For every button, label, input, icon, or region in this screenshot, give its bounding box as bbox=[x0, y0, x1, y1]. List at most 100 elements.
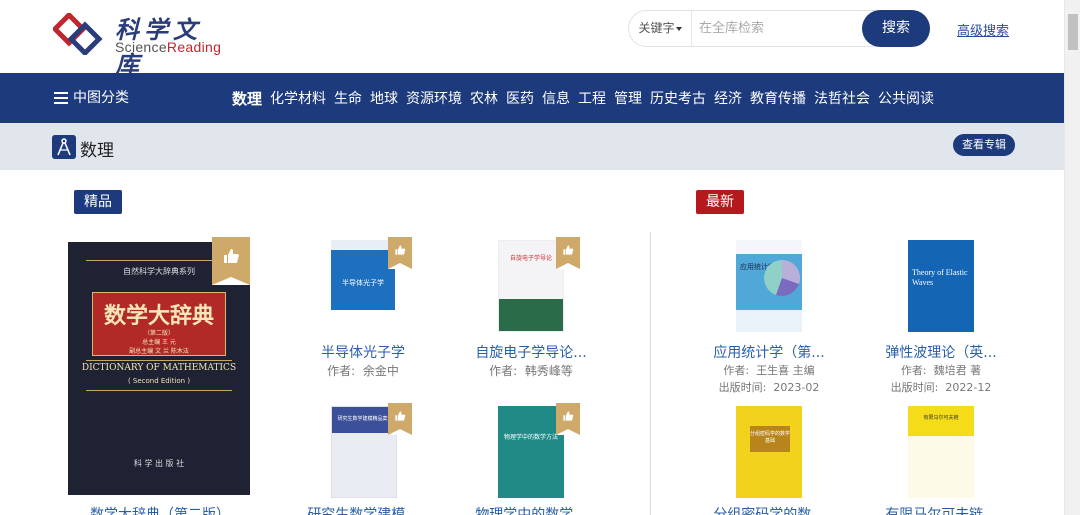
scrollbar[interactable] bbox=[1064, 0, 1080, 515]
nav-item-public-reading[interactable]: 公共阅读 bbox=[878, 88, 934, 108]
book-author: 作者: 魏培君 著 bbox=[878, 362, 1004, 378]
category-nav: 中图分类 数理 化学材料 生命 地球 资源环境 农林 医药 信息 工程 管理 历… bbox=[0, 73, 1064, 123]
nav-item-agriculture[interactable]: 农林 bbox=[470, 88, 498, 108]
nav-item-engineering[interactable]: 工程 bbox=[578, 88, 606, 108]
book-title[interactable]: 半导体光子学 bbox=[303, 342, 423, 362]
nav-item-medicine[interactable]: 医药 bbox=[506, 88, 534, 108]
date-value: 2023-02 bbox=[773, 381, 820, 394]
author-label: 作者: bbox=[723, 364, 750, 377]
search-button[interactable]: 搜索 bbox=[862, 10, 930, 47]
book-title[interactable]: 数学大辞典（第二版） bbox=[60, 504, 260, 515]
nav-item-chemistry[interactable]: 化学材料 bbox=[270, 88, 326, 108]
thumbs-up-icon bbox=[395, 411, 406, 421]
cover-title: 研究生数学建模精品案例 bbox=[337, 416, 393, 422]
category-menu-button[interactable]: 中图分类 bbox=[54, 73, 129, 123]
cover-en-title: DICTIONARY OF MATHEMATICS bbox=[81, 363, 237, 373]
date-label: 出版时间: bbox=[718, 381, 767, 394]
nav-item-environment[interactable]: 资源环境 bbox=[406, 88, 462, 108]
book-pub-date: 出版时间: 2023-02 bbox=[706, 379, 832, 395]
author-label: 作者: bbox=[327, 364, 356, 378]
page-title: 数理 bbox=[80, 141, 114, 161]
scrollbar-thumb[interactable] bbox=[1068, 14, 1078, 50]
book-title[interactable]: 有限马尔可夫链... bbox=[878, 504, 1004, 515]
author-label: 作者: bbox=[900, 364, 927, 377]
search-box: 关键字 搜索 bbox=[628, 10, 930, 47]
book-title[interactable]: 应用统计学（第... bbox=[706, 342, 832, 362]
recommended-badge bbox=[388, 403, 412, 435]
advanced-search-link[interactable]: 高级搜索 bbox=[957, 20, 1009, 39]
chevron-down-icon bbox=[675, 26, 682, 31]
book-author: 作者: 王生喜 主编 bbox=[706, 362, 832, 378]
thumbs-up-icon bbox=[563, 411, 574, 421]
author-value: 韩秀峰等 bbox=[524, 364, 573, 378]
recommended-badge bbox=[556, 237, 580, 269]
book-title[interactable]: 弹性波理论（英... bbox=[878, 342, 1004, 362]
nav-item-history[interactable]: 历史考古 bbox=[650, 88, 706, 108]
site-logo[interactable]: 科学文库 ScienceReading bbox=[53, 10, 223, 79]
book-cover[interactable]: 应用统计学 bbox=[736, 240, 802, 332]
cover-en-edition: ( Second Edition ) bbox=[127, 377, 191, 385]
nav-item-math-physics[interactable]: 数理 bbox=[232, 88, 262, 109]
nav-item-earth[interactable]: 地球 bbox=[370, 88, 398, 108]
book-cover[interactable]: 分组密码学的数学基础 bbox=[736, 406, 802, 498]
cover-edition: （第二版） bbox=[143, 330, 174, 337]
search-input[interactable] bbox=[699, 11, 859, 46]
view-topic-button[interactable]: 查看专辑 bbox=[953, 134, 1015, 156]
section-divider bbox=[650, 232, 651, 515]
logo-en-text: ScienceReading bbox=[115, 39, 221, 55]
subject-bar: 数理 查看专辑 bbox=[0, 123, 1064, 170]
book-author: 作者: 余金中 bbox=[303, 362, 423, 379]
book-cover[interactable]: 半导体光子学 bbox=[331, 240, 395, 332]
book-cover[interactable]: 物理学中的数学方法 bbox=[498, 406, 564, 498]
compass-icon bbox=[52, 135, 76, 159]
book-title[interactable]: 分组密码学的数... bbox=[706, 504, 832, 515]
recommended-badge bbox=[388, 237, 412, 269]
page: 科学文库 ScienceReading 关键字 搜索 高级搜索 中图分类 数理 … bbox=[0, 0, 1080, 515]
author-value: 王生喜 主编 bbox=[756, 364, 815, 377]
cover-editors-2: 副总主编 文 兰 陈木法 bbox=[129, 348, 189, 355]
book-pub-date: 出版时间: 2022-12 bbox=[878, 379, 1004, 395]
nav-item-law-philosophy[interactable]: 法哲社会 bbox=[814, 88, 870, 108]
nav-item-information[interactable]: 信息 bbox=[542, 88, 570, 108]
cover-publisher: 科 学 出 版 社 bbox=[133, 459, 185, 468]
thumbs-up-icon bbox=[395, 245, 406, 255]
author-value: 魏培君 著 bbox=[933, 364, 982, 377]
cover-title: 有限马尔可夫链 bbox=[923, 415, 959, 421]
book-title[interactable]: 物理学中的数学... bbox=[468, 504, 594, 515]
logo-en-pre: Science bbox=[115, 39, 167, 55]
pie-graphic bbox=[764, 259, 801, 297]
logo-mark-icon bbox=[53, 13, 103, 55]
book-title[interactable]: 研究生数学建模... bbox=[303, 504, 423, 515]
thumbs-up-icon bbox=[563, 245, 574, 255]
logo-en-post: Reading bbox=[166, 39, 222, 55]
book-cover[interactable]: 自旋电子学导论 bbox=[498, 240, 564, 332]
nav-item-life[interactable]: 生命 bbox=[334, 88, 362, 108]
search-type-label: 关键字 bbox=[638, 21, 675, 35]
author-value: 余金中 bbox=[362, 364, 399, 378]
nav-item-management[interactable]: 管理 bbox=[614, 88, 642, 108]
cover-title: 自旋电子学导论 bbox=[509, 255, 552, 262]
recommended-badge bbox=[556, 403, 580, 435]
cover-title: 物理学中的数学方法 bbox=[503, 434, 558, 441]
nav-item-education[interactable]: 教育传播 bbox=[750, 88, 806, 108]
author-label: 作者: bbox=[489, 364, 518, 378]
category-menu-label: 中图分类 bbox=[73, 90, 129, 106]
site-header: 科学文库 ScienceReading 关键字 搜索 高级搜索 bbox=[0, 0, 1064, 79]
book-cover[interactable]: 有限马尔可夫链 bbox=[908, 406, 974, 498]
recommended-badge bbox=[212, 237, 250, 285]
cover-cn-title: 数学大辞典 bbox=[103, 303, 214, 329]
search-type-select[interactable]: 关键字 bbox=[629, 11, 692, 46]
cover-title: Theory of Elastic Waves bbox=[912, 268, 968, 287]
nav-item-economics[interactable]: 经济 bbox=[714, 88, 742, 108]
menu-icon bbox=[54, 92, 68, 104]
cover-title: 分组密码学的数学基础 bbox=[750, 431, 791, 444]
nav-items: 数理 化学材料 生命 地球 资源环境 农林 医药 信息 工程 管理 历史考古 经… bbox=[232, 73, 942, 123]
book-cover[interactable]: Theory of Elastic Waves bbox=[908, 240, 974, 332]
book-title[interactable]: 自旋电子学导论... bbox=[468, 342, 594, 362]
date-label: 出版时间: bbox=[890, 381, 939, 394]
cover-title: 半导体光子学 bbox=[342, 279, 384, 287]
latest-badge: 最新 bbox=[696, 190, 744, 214]
cover-editors: 总主编 王 元 bbox=[142, 339, 176, 346]
thumbs-up-icon bbox=[224, 249, 239, 264]
book-author: 作者: 韩秀峰等 bbox=[468, 362, 594, 379]
